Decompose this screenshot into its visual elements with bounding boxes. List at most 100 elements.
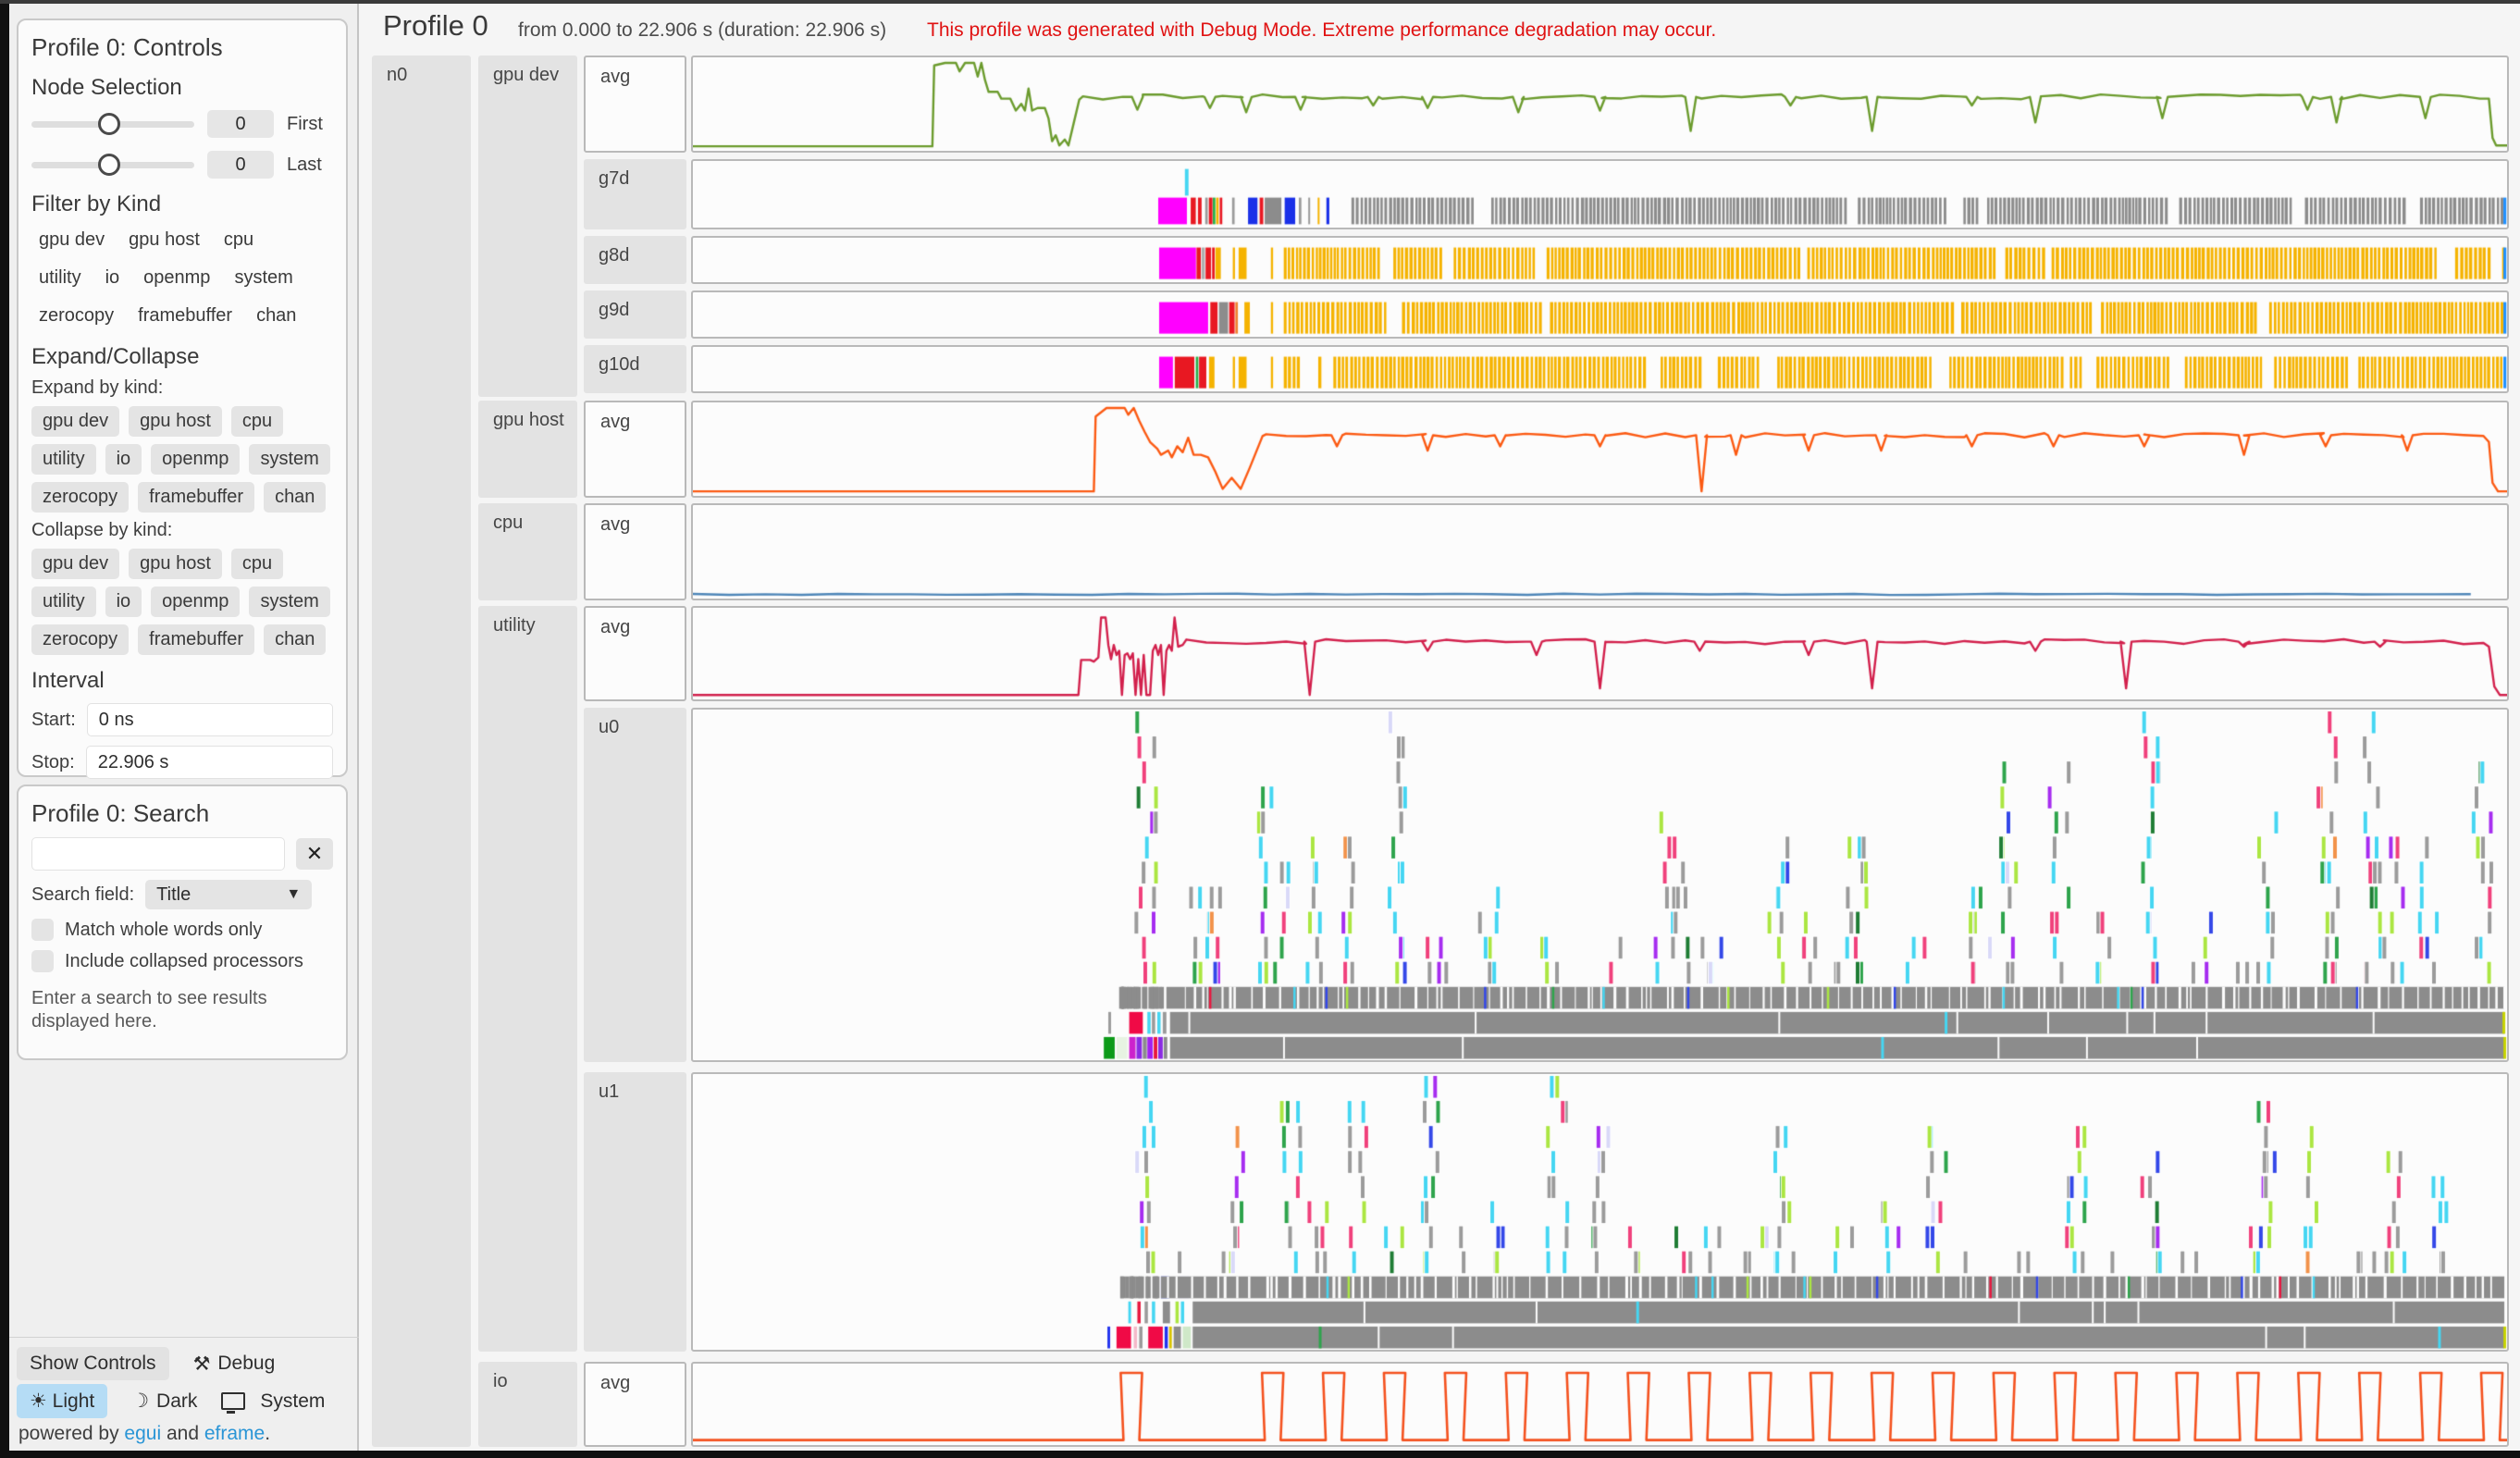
moon-icon: ☽ — [131, 1390, 149, 1413]
debug-button[interactable]: ⚒ Debug — [193, 1353, 276, 1376]
kind-chip-framebuffer[interactable]: framebuffer — [138, 482, 254, 513]
kind-chip-gpu-dev[interactable]: gpu dev — [31, 225, 112, 255]
kind-chip-row: gpu dev gpu host cpu — [31, 549, 333, 579]
kind-cell-gpu-host[interactable]: gpu host — [478, 401, 577, 498]
profile-range: from 0.000 to 22.906 s (duration: 22.906… — [518, 19, 886, 42]
kind-chip-openmp[interactable]: openmp — [151, 587, 240, 617]
row-label-g10d[interactable]: g10d — [584, 345, 686, 393]
kind-cell-utility[interactable]: utility — [478, 606, 577, 1352]
row-label-g7d[interactable]: g7d — [584, 159, 686, 229]
chart-canvas-io[interactable] — [693, 1364, 2507, 1445]
chart-canvas-gpu_dev[interactable] — [693, 57, 2507, 151]
chart-canvas-g8d[interactable] — [693, 238, 2507, 282]
filter-kind-buttons: gpu dev gpu host cpu utility io openmp system z… — [31, 225, 333, 331]
kind-chip-zerocopy[interactable]: zerocopy — [31, 624, 129, 655]
kind-chip-io[interactable]: io — [98, 263, 128, 293]
kind-chip-gpu-dev[interactable]: gpu dev — [31, 406, 119, 437]
row-label-u1[interactable]: u1 — [584, 1072, 686, 1352]
node-last-value[interactable]: 0 — [207, 151, 274, 179]
search-input[interactable] — [31, 837, 285, 871]
kind-chip-openmp[interactable]: openmp — [136, 263, 217, 293]
node-last-slider[interactable] — [31, 162, 194, 168]
chart-avg-io[interactable] — [691, 1362, 2509, 1447]
theme-light-button[interactable]: ☀ Light — [17, 1384, 107, 1418]
node-cell-n0[interactable]: n0 — [372, 56, 471, 1447]
kind-chip-system[interactable]: system — [227, 263, 300, 293]
kind-chip-utility[interactable]: utility — [31, 263, 89, 293]
kind-chip-gpu-host[interactable]: gpu host — [121, 225, 207, 255]
kind-chip-cpu[interactable]: cpu — [216, 225, 261, 255]
include-collapsed-checkbox[interactable] — [31, 950, 54, 972]
chart-canvas-cpu[interactable] — [693, 505, 2507, 599]
kind-chip-utility[interactable]: utility — [31, 444, 96, 475]
search-field-dropdown[interactable]: Title ▼ — [145, 880, 312, 909]
kind-chip-system[interactable]: system — [249, 444, 329, 475]
row-label-g9d[interactable]: g9d — [584, 290, 686, 339]
row-label-avg[interactable]: avg — [584, 503, 686, 600]
chart-canvas-u0[interactable] — [693, 710, 2507, 1060]
interval-stop-input[interactable]: 22.906 s — [86, 746, 333, 779]
row-label-avg[interactable]: avg — [584, 1362, 686, 1447]
match-whole-words-row: Match whole words only — [31, 919, 333, 941]
kind-chip-system[interactable]: system — [249, 587, 329, 617]
chart-avg-gpu_host[interactable] — [691, 401, 2509, 498]
chart-avg-utility[interactable] — [691, 606, 2509, 701]
kind-chip-io[interactable]: io — [105, 444, 142, 475]
chevron-down-icon: ▼ — [286, 886, 301, 903]
chart-canvas-u1[interactable] — [693, 1074, 2507, 1350]
chart-u0-u0[interactable] — [691, 708, 2509, 1062]
kind-chip-utility[interactable]: utility — [31, 587, 96, 617]
chart-avg-gpu_dev[interactable] — [691, 56, 2509, 153]
powered-by: powered by egui and eframe. — [19, 1423, 270, 1445]
kind-chip-framebuffer[interactable]: framebuffer — [130, 301, 240, 331]
row-label-g8d[interactable]: g8d — [584, 236, 686, 284]
interval-start-input[interactable]: 0 ns — [87, 703, 333, 736]
chart-canvas-g7d[interactable] — [693, 161, 2507, 228]
kind-chip-chan[interactable]: chan — [264, 624, 326, 655]
chart-avg-cpu[interactable] — [691, 503, 2509, 600]
chart-u1-u1[interactable] — [691, 1072, 2509, 1352]
kind-cell-cpu[interactable]: cpu — [478, 503, 577, 600]
show-controls-button[interactable]: Show Controls — [17, 1347, 169, 1380]
chart-g8d-g8d[interactable] — [691, 236, 2509, 284]
node-first-value[interactable]: 0 — [207, 110, 274, 138]
chart-canvas-g9d[interactable] — [693, 292, 2507, 337]
chart-canvas-g10d[interactable] — [693, 347, 2507, 391]
chart-g7d-g7d[interactable] — [691, 159, 2509, 229]
node-last-slider-knob[interactable] — [98, 154, 120, 176]
kind-chip-row: zerocopy framebuffer chan — [31, 482, 333, 513]
kind-chip-chan[interactable]: chan — [264, 482, 326, 513]
eframe-link[interactable]: eframe — [204, 1423, 265, 1444]
kind-cell-io[interactable]: io — [478, 1362, 577, 1447]
kind-chip-gpu-host[interactable]: gpu host — [129, 406, 222, 437]
theme-system-button[interactable]: System — [221, 1390, 325, 1413]
chart-canvas-utility[interactable] — [693, 608, 2507, 699]
kind-chip-chan[interactable]: chan — [249, 301, 303, 331]
kind-chip-gpu-dev[interactable]: gpu dev — [31, 549, 119, 579]
egui-link[interactable]: egui — [124, 1423, 161, 1444]
search-clear-button[interactable]: ✕ — [296, 838, 333, 870]
kind-chip-zerocopy[interactable]: zerocopy — [31, 482, 129, 513]
kind-cell-gpu-dev[interactable]: gpu dev — [478, 56, 577, 397]
chart-canvas-gpu_host[interactable] — [693, 402, 2507, 496]
kind-chip-io[interactable]: io — [105, 587, 142, 617]
row-label-avg[interactable]: avg — [584, 606, 686, 701]
debug-label: Debug — [217, 1353, 275, 1375]
node-first-slider-knob[interactable] — [98, 113, 120, 135]
sidebar: Profile 0: Controls Node Selection 0 Fir… — [9, 4, 359, 1451]
kind-chip-cpu[interactable]: cpu — [231, 549, 283, 579]
match-whole-words-checkbox[interactable] — [31, 919, 54, 941]
kind-chip-cpu[interactable]: cpu — [231, 406, 283, 437]
kind-chip-openmp[interactable]: openmp — [151, 444, 240, 475]
kind-chip-row: zerocopy framebuffer chan — [31, 624, 333, 655]
node-first-slider[interactable] — [31, 121, 194, 128]
chart-g10d-g10d[interactable] — [691, 345, 2509, 393]
kind-chip-framebuffer[interactable]: framebuffer — [138, 624, 254, 655]
row-label-avg[interactable]: avg — [584, 401, 686, 498]
kind-chip-zerocopy[interactable]: zerocopy — [31, 301, 121, 331]
row-label-u0[interactable]: u0 — [584, 708, 686, 1062]
chart-g9d-g9d[interactable] — [691, 290, 2509, 339]
theme-dark-button[interactable]: ☽ Dark — [131, 1390, 197, 1413]
row-label-avg[interactable]: avg — [584, 56, 686, 153]
kind-chip-gpu-host[interactable]: gpu host — [129, 549, 222, 579]
